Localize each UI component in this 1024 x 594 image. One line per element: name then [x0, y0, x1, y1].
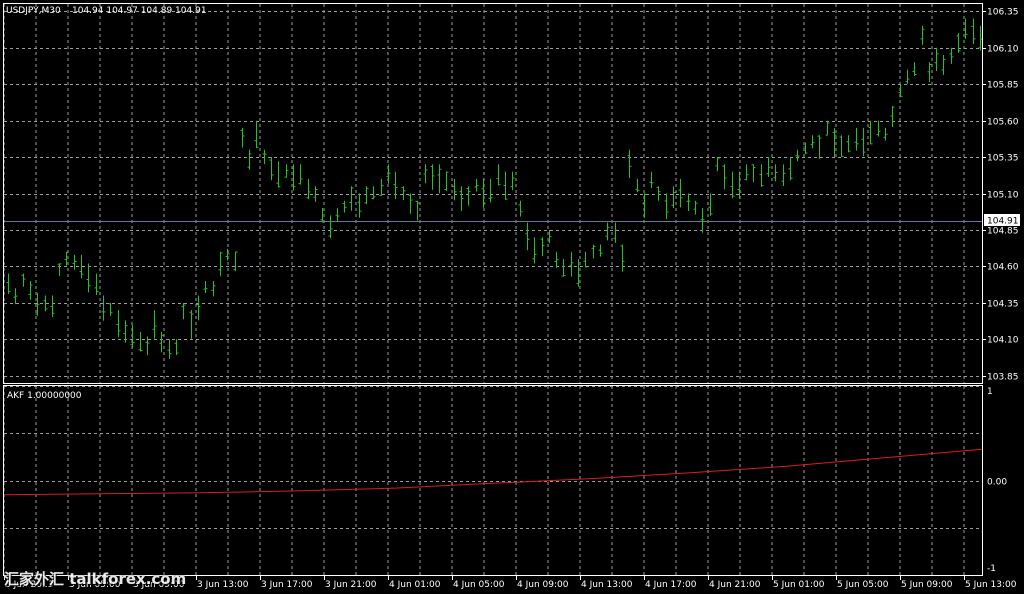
ohlc-readout: 104.94 104.97 104.89 104.91 — [72, 6, 207, 16]
time-tick-label: 5 Jun 01:00 — [773, 580, 825, 590]
chart-root: USDJPY,M30 104.94 104.97 104.89 104.91 A… — [0, 0, 1024, 594]
chart-background — [0, 0, 1024, 594]
price-tick-label: 106.35 — [987, 8, 1019, 18]
price-tick-label: 105.35 — [987, 154, 1019, 164]
price-tick-label: 104.85 — [987, 227, 1019, 237]
indicator-tick-label: 1 — [987, 387, 993, 397]
time-tick-label: 4 Jun 13:00 — [581, 580, 633, 590]
indicator-label: AKF 1.00000000 — [7, 391, 82, 401]
current-price-label: 104.91 — [987, 217, 1019, 227]
price-tick-label: 104.10 — [987, 336, 1019, 346]
time-tick-label: 3 Jun 17:00 — [261, 580, 313, 590]
time-tick-label: 3 Jun 21:00 — [325, 580, 377, 590]
price-tick-label: 104.35 — [987, 300, 1019, 310]
symbol-header: USDJPY,M30 — [6, 6, 61, 16]
price-tick-label: 103.85 — [987, 373, 1019, 383]
time-tick-label: 4 Jun 05:00 — [453, 580, 505, 590]
time-tick-label: 5 Jun 05:00 — [837, 580, 889, 590]
time-tick-label: 3 Jun 09:00 — [133, 580, 185, 590]
time-tick-label: 5 Jun 13:00 — [965, 580, 1017, 590]
price-tick-label: 105.10 — [987, 191, 1019, 201]
time-tick-label: 4 Jun 21:00 — [709, 580, 761, 590]
current-price-tag: 104.91 — [984, 214, 1020, 227]
time-tick-label: 5 Jun 09:00 — [901, 580, 953, 590]
indicator-tick-label: 0.00 — [987, 478, 1007, 488]
price-tick-label: 105.60 — [987, 118, 1019, 128]
time-tick-label: 4 Jun 01:00 — [389, 580, 441, 590]
price-tick-label: 104.60 — [987, 263, 1019, 273]
price-tick-label: 106.10 — [987, 45, 1019, 55]
indicator-tick-label: -1 — [987, 564, 996, 574]
time-tick-label: 3 Jun 13:00 — [197, 580, 249, 590]
time-tick-label: 3 Jun 05:00 — [69, 580, 121, 590]
time-tick-label: 4 Jun 09:00 — [517, 580, 569, 590]
time-tick-label: 3 Jun 2013 — [5, 580, 53, 590]
time-tick-label: 4 Jun 17:00 — [645, 580, 697, 590]
price-tick-label: 105.85 — [987, 81, 1019, 91]
